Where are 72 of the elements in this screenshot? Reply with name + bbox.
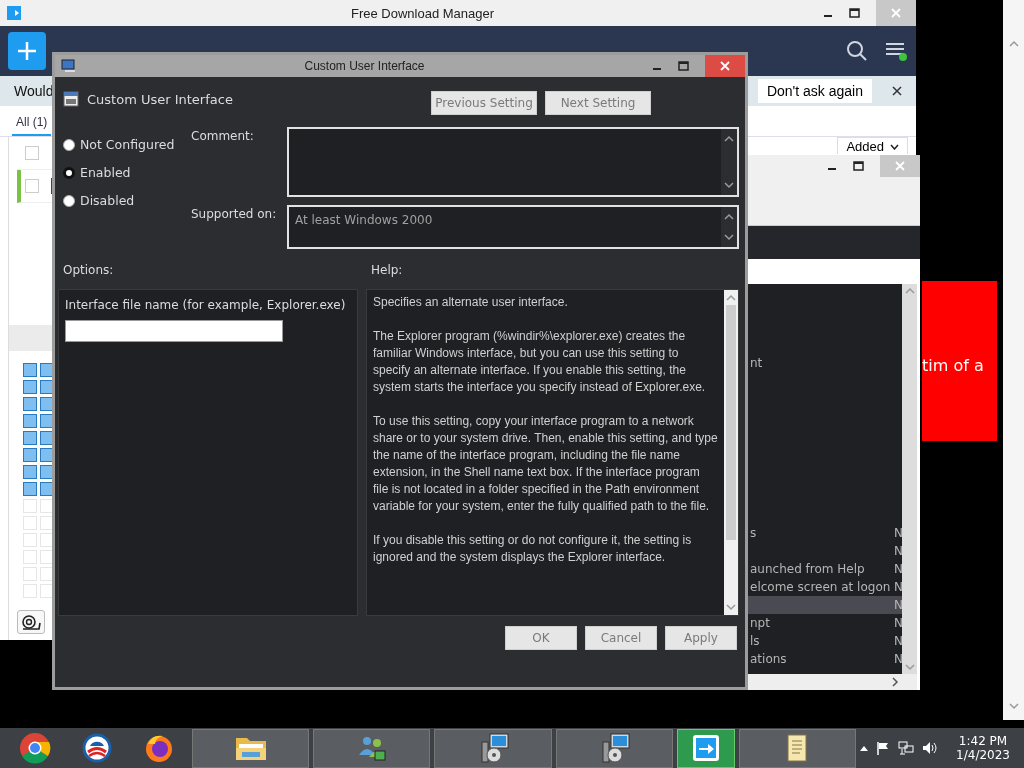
chevron-down-icon (890, 143, 899, 150)
scroll-down-icon[interactable] (724, 234, 734, 241)
flag-icon[interactable] (876, 741, 891, 755)
menu-icon[interactable] (884, 40, 908, 62)
checkbox[interactable] (25, 146, 39, 160)
taskbar-button[interactable] (192, 728, 310, 768)
checkbox[interactable] (25, 179, 39, 193)
setting-name: Custom User Interface (87, 91, 233, 107)
radio-button[interactable] (63, 166, 75, 179)
dialog-title: Custom User Interface (303, 59, 426, 73)
maximize-icon[interactable] (853, 161, 864, 171)
radio-label[interactable]: Not Configured (80, 137, 175, 152)
volume-icon[interactable] (922, 741, 939, 755)
browser-icon (19, 732, 51, 764)
policy-row[interactable]: npt N (748, 614, 902, 632)
network-icon[interactable] (898, 741, 915, 755)
search-icon[interactable] (846, 40, 868, 62)
scroll-down-icon[interactable] (724, 182, 734, 189)
field-label: Comment: (191, 128, 255, 145)
computer-icon (61, 59, 77, 73)
radio-button[interactable] (63, 138, 75, 151)
policy-row[interactable]: s N (748, 524, 902, 542)
globe-icon (82, 733, 112, 763)
scroll-up-icon[interactable] (724, 135, 734, 142)
policy-row[interactable]: N (748, 542, 902, 560)
plus-icon (16, 40, 38, 62)
policy-row[interactable]: N (748, 596, 902, 614)
policy-row[interactable]: ations N (748, 650, 902, 668)
scroll-right-icon[interactable] (892, 677, 899, 687)
policy-icon (63, 91, 79, 107)
radio-label[interactable]: Disabled (80, 193, 135, 208)
banner-text: tim of a (922, 355, 984, 375)
dont-ask-button[interactable]: Don't ask again (757, 79, 872, 103)
tray-arrow-icon[interactable] (860, 745, 869, 751)
list-item: nt (749, 356, 764, 372)
help-paragraph: If you disable this setting or do not configure it, the setting is ignored and the system displays the Explorer interface. (373, 532, 693, 566)
taskbar-button[interactable] (676, 728, 735, 768)
maximize-icon[interactable] (678, 61, 689, 71)
window-title: Free Download Manager (349, 5, 496, 21)
speed-mode-button[interactable] (17, 610, 45, 634)
field-label: Interface file name (for example, Explorer.exe) (65, 298, 347, 312)
radio-label[interactable]: Enabled (80, 165, 131, 180)
scroll-up-icon[interactable] (724, 213, 734, 220)
sort-dropdown[interactable]: Added (837, 137, 908, 154)
section-label: Help: (371, 263, 403, 279)
maximize-icon[interactable] (849, 8, 860, 18)
input-field[interactable] (65, 320, 283, 342)
close-icon[interactable] (892, 86, 902, 96)
radio-button[interactable] (63, 194, 75, 207)
add-button[interactable] (8, 32, 46, 70)
horizontal-scrollbar[interactable] (748, 674, 917, 690)
snail-icon (21, 614, 41, 630)
field-label: Supported on: (191, 206, 278, 223)
help-paragraph: To use this setting, copy your interface program to a network share or to your system drive. Then, enable this setting, and type the name of the interface program, including the file name extension, in the Shell name text box. If the interface program file is not located in a folder specified in the Path environment variable for your system, enter the fully qualified path to the file. (373, 413, 718, 515)
supported-field: At least Windows 2000 (287, 205, 739, 249)
close-button[interactable] (705, 55, 745, 77)
section-label: Options: (63, 263, 115, 279)
taskbar-button[interactable] (555, 728, 673, 768)
scroll-up-icon[interactable] (1008, 40, 1019, 47)
scrollbar[interactable] (1003, 0, 1024, 720)
app-logo-icon (6, 5, 22, 21)
help-paragraph: Specifies an alternate user interface. (373, 294, 569, 311)
policy-row[interactable]: ls N (748, 632, 902, 650)
comment-field[interactable] (287, 127, 739, 197)
scroll-down-icon[interactable] (1008, 703, 1019, 710)
clock-time: 1:42 PM (958, 734, 1008, 748)
policy-row[interactable]: aunched from Help N (748, 560, 902, 578)
clock-date: 1/4/2023 (956, 748, 1010, 762)
help-paragraph: The Explorer program (%windir%\explorer.exe) creates the familiar Windows interface, but you can use this setting to specify an alternate interface. If you enable this setting, the system starts the interface you specify instead of Explorer.exe. (373, 328, 707, 396)
policy-row[interactable]: elcome screen at logon N (748, 578, 902, 596)
taskbar-button[interactable] (738, 728, 857, 768)
taskbar-button[interactable] (434, 728, 552, 768)
